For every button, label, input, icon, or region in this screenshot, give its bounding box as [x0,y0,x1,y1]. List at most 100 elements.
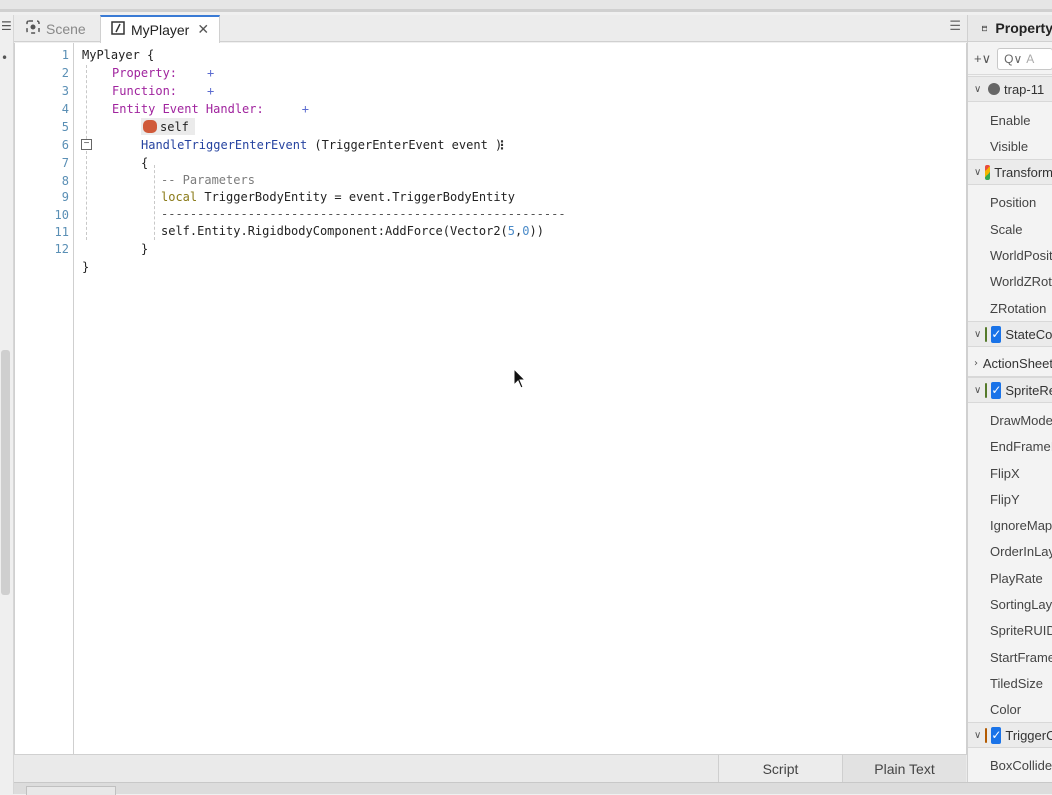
line-number: 10 [54,208,69,222]
component-icon [985,326,988,342]
tab-scene[interactable]: Scene [16,15,100,42]
chevron-down-icon: ∨ [974,83,982,95]
add-component-button[interactable]: +∨ [974,51,991,67]
property-position[interactable]: Position [968,189,1052,215]
action-sheet-label: ActionSheet [982,356,1052,371]
property-color[interactable]: Color [968,696,1052,722]
property-draw-mode[interactable]: DrawMode [968,407,1052,433]
sprite-renderer-section[interactable]: ∨ ✓ SpriteRenderer [968,377,1052,403]
action-sheet-section[interactable]: › ActionSheet [968,351,1052,377]
tab-menu-icon[interactable]: ☰ [949,19,961,34]
trigger-component-label: TriggerComponent [1005,727,1052,743]
property-world-position[interactable]: WorldPosition [968,242,1052,268]
chevron-right-icon: › [974,358,978,369]
line-number: 1 [61,48,69,62]
chevron-down-icon: ∨ [974,328,982,340]
component-icon [985,382,988,398]
line-number: 2 [61,66,69,80]
tab-scene-label: Scene [46,20,86,37]
add-property-icon[interactable]: + [207,66,214,80]
menu-icon[interactable]: ☰ [1,19,12,33]
code-line-1: MyPlayer { [82,48,155,62]
search-icon: Q∨ [1004,51,1023,66]
property-ignore-map-layer-check[interactable]: IgnoreMapLayerCheck [968,512,1052,538]
entity-section[interactable]: ∨ trap-11 [968,76,1052,102]
scene-icon [26,19,40,38]
self-target-chip[interactable]: self [141,118,195,135]
transform-icon [985,164,991,180]
property-flip-y[interactable]: FlipY [968,486,1052,512]
tab-myplayer[interactable]: MyPlayer ✕ [100,15,220,43]
line-number: 6 [61,138,69,152]
property-enable[interactable]: Enable [968,107,1052,133]
sprite-renderer-label: SpriteRenderer [1005,382,1052,398]
property-toolbar: +∨ Q∨ A [968,43,1052,75]
indent-guide [86,65,87,240]
trigger-component-section[interactable]: ∨ ✓ TriggerComponent [968,722,1052,748]
add-event-handler-icon[interactable]: + [302,102,309,116]
left-scrollbar[interactable] [1,350,10,595]
property-world-z-rotation[interactable]: WorldZRotation [968,268,1052,294]
chevron-down-icon: ∨ [974,384,982,396]
fold-toggle-icon[interactable]: − [81,139,92,150]
property-section-label: Property: [112,66,178,80]
property-sprite-ruid[interactable]: SpriteRUID [968,617,1052,643]
panel-icon[interactable]: • [1,51,8,65]
entity-icon [988,83,1000,95]
left-side-panel-edge: ☰ • [0,15,14,794]
handler-function-name[interactable]: HandleTriggerEnterEvent [141,138,307,152]
close-icon[interactable]: ✕ [197,22,209,38]
entity-name: trap-11 [1004,81,1045,97]
more-options-icon[interactable]: ⋮ [496,138,508,152]
property-z-rotation[interactable]: ZRotation [968,295,1052,321]
code-line-12: } [141,242,149,256]
line-number: 8 [61,174,69,188]
code-line-6: HandleTriggerEnterEvent (TriggerEnterEve… [141,138,503,152]
line-number: 4 [61,102,69,116]
property-play-rate[interactable]: PlayRate [968,565,1052,591]
tab-script[interactable]: Script [718,755,842,783]
property-sorting-layer[interactable]: SortingLayer [968,591,1052,617]
line-number: 11 [54,225,69,239]
editor-tab-bar: Scene MyPlayer ✕ ☰ [14,15,967,43]
property-start-frame-index[interactable]: StartFrameIndex [968,644,1052,670]
chevron-down-icon: ∨ [974,729,982,741]
code-line-7: { [141,156,149,170]
property-window-icon [982,25,988,31]
property-visible[interactable]: Visible [968,133,1052,159]
property-order-in-layer[interactable]: OrderInLayer [968,538,1052,564]
code-editor[interactable]: 1 2 3 4 5 6 7 8 9 10 11 12 − MyPlayer { … [14,43,967,754]
property-box-collider-offset[interactable]: BoxColliderOffset [968,752,1052,778]
code-line-4: Entity Event Handler: + [112,102,309,116]
property-panel-header: Property [968,15,1052,42]
line-number: 12 [54,242,69,256]
code-line-8: -- Parameters [161,173,255,187]
property-panel: Property +∨ Q∨ A ∨ trap-11 Enable Visibl… [967,15,1052,782]
trigger-component-checkbox[interactable]: ✓ [991,726,1002,744]
code-line-3: Function: + [112,84,214,98]
transform-label: Transform [994,164,1052,180]
property-tiled-size[interactable]: TiledSize [968,670,1052,696]
sprite-renderer-checkbox[interactable]: ✓ [991,381,1002,399]
property-scale[interactable]: Scale [968,216,1052,242]
property-search-input[interactable]: Q∨ A [997,47,1052,70]
tab-myplayer-label: MyPlayer [131,22,190,38]
property-panel-title: Property [995,20,1052,36]
line-number: 9 [61,190,69,204]
state-component-checkbox[interactable]: ✓ [991,325,1002,343]
search-placeholder: A [1026,51,1035,66]
line-number: 5 [61,120,69,134]
chevron-down-icon: ∨ [974,166,982,178]
editor-mode-bar: Script Plain Text [14,754,967,783]
code-line-11: self.Entity.RigidbodyComponent:AddForce(… [161,224,544,238]
transform-section[interactable]: ∨ Transform [968,159,1052,185]
add-function-icon[interactable]: + [207,84,214,98]
tab-plain-text[interactable]: Plain Text [842,755,966,783]
line-number: 3 [61,84,69,98]
property-flip-x[interactable]: FlipX [968,460,1052,486]
state-component-section[interactable]: ∨ ✓ StateComponent [968,321,1052,347]
function-section-label: Function: [112,84,178,98]
indent-guide [154,165,155,240]
bottom-panel-strip [14,782,1052,795]
property-end-frame-index[interactable]: EndFrameIndex [968,433,1052,459]
